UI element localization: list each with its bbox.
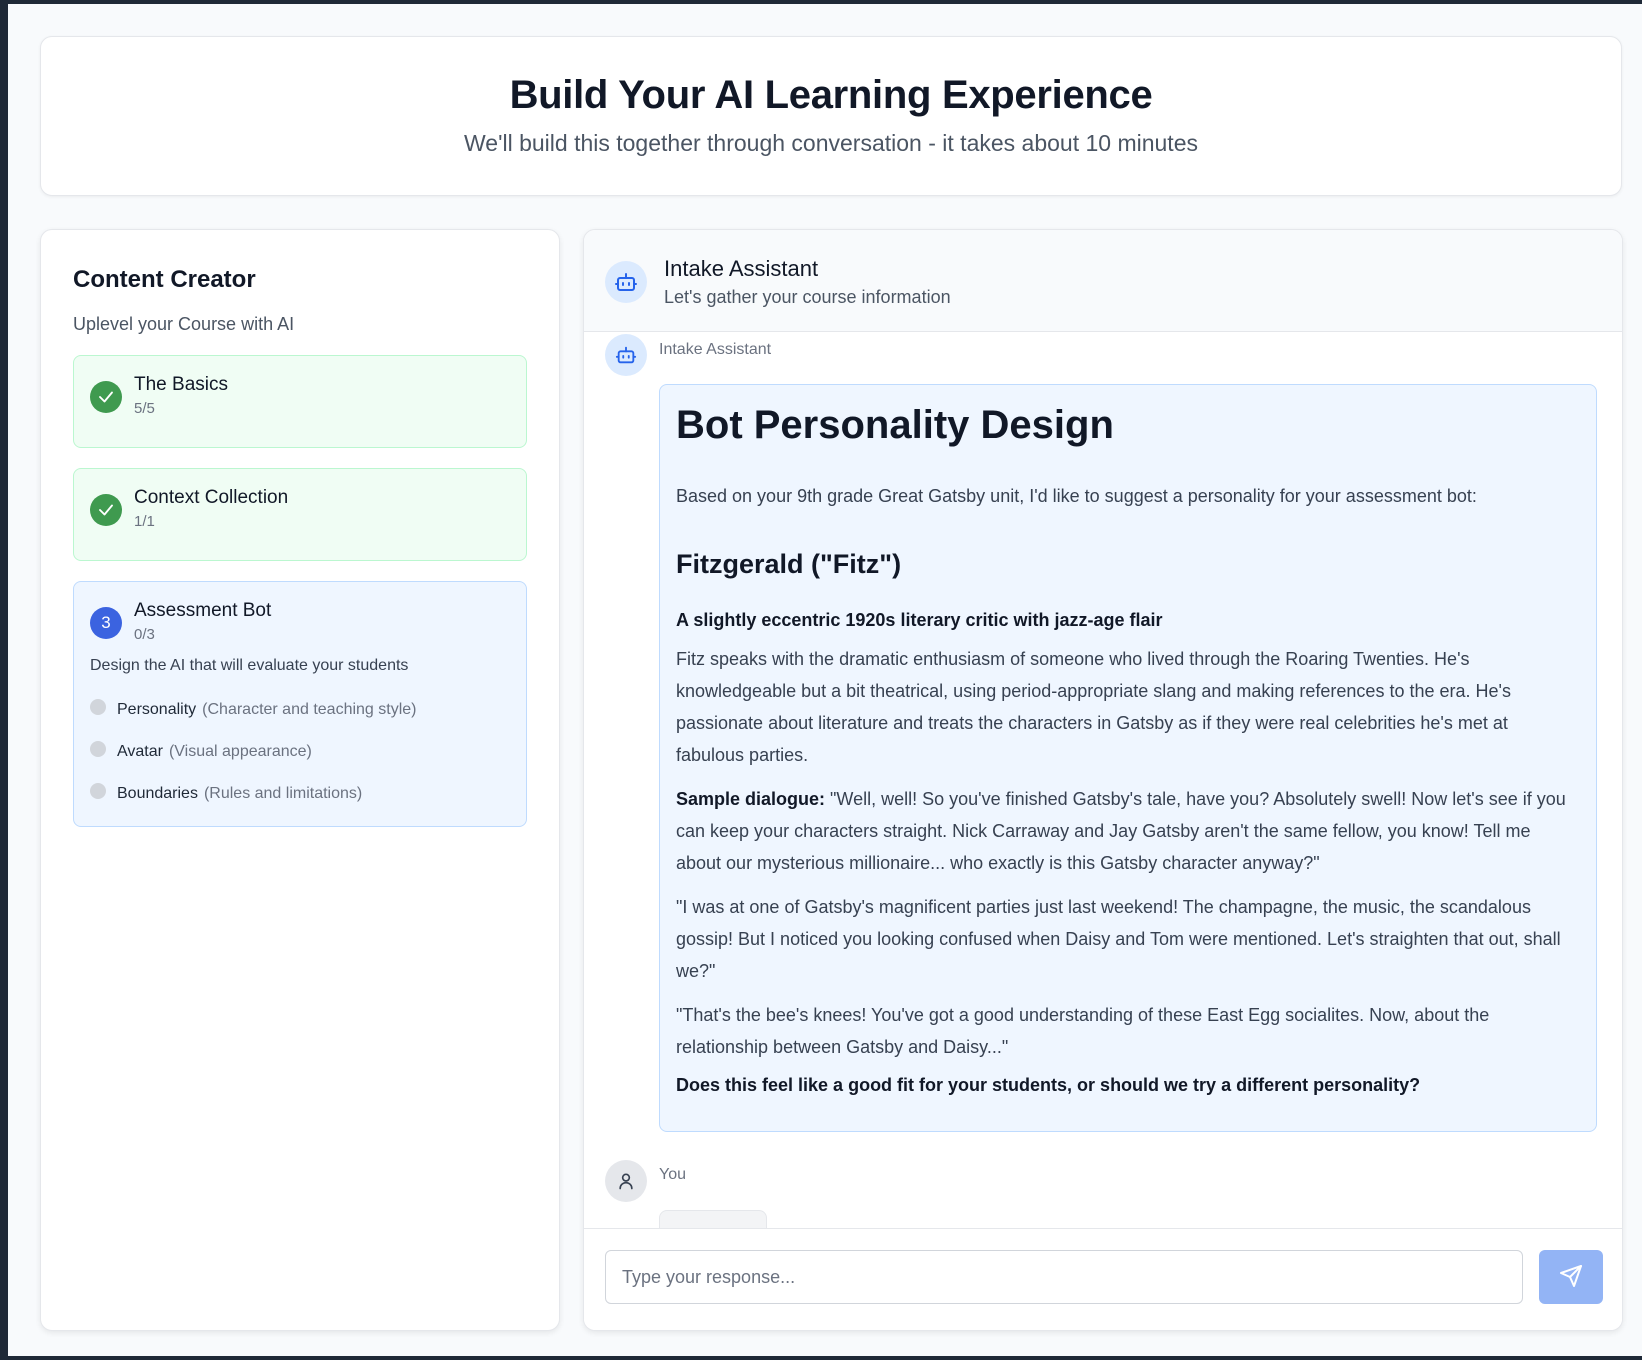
sample-dialogue-label: Sample dialogue:: [676, 789, 826, 809]
step-title: Assessment Bot: [134, 600, 272, 621]
sample-dialogue-2: "I was at one of Gatsby's magnificent pa…: [676, 897, 1561, 981]
step-count: 5/5: [134, 400, 155, 417]
message-sender: You: [659, 1166, 686, 1183]
substep-hint: (Rules and limitations): [203, 785, 363, 802]
personality-name: Fitzgerald ("Fitz"): [676, 549, 902, 579]
step-title: The Basics: [134, 374, 228, 395]
substep-label: Boundaries: [117, 785, 198, 802]
step-the-basics[interactable]: The Basics 5/5: [73, 355, 527, 448]
send-icon: [1559, 1264, 1583, 1291]
substep-hint: (Visual appearance): [168, 743, 312, 760]
user-message-bubble: [659, 1210, 767, 1228]
step-context-collection[interactable]: Context Collection 1/1: [73, 468, 527, 561]
chat-panel: Intake Assistant Let's gather your cours…: [583, 229, 1623, 1331]
message-sender: Intake Assistant: [659, 341, 772, 358]
bot-message: Bot Personality Design Based on your 9th…: [659, 384, 1597, 1132]
personality-description: Fitz speaks with the dramatic enthusiasm…: [676, 649, 1511, 765]
send-button[interactable]: [1539, 1250, 1603, 1304]
pending-dot-icon: [90, 783, 106, 799]
sample-dialogue-3: "That's the bee's knees! You've got a go…: [676, 1005, 1490, 1057]
message-heading: Bot Personality Design: [676, 403, 1114, 447]
pending-dot-icon: [90, 699, 106, 715]
personality-tagline: A slightly eccentric 1920s literary crit…: [676, 610, 1163, 630]
check-icon: [90, 494, 122, 526]
page-title: Build Your AI Learning Experience: [509, 73, 1153, 117]
substep-boundaries[interactable]: Boundaries (Rules and limitations): [90, 773, 510, 815]
substep-hint: (Character and teaching style): [202, 701, 417, 718]
step-number-badge: 3: [90, 607, 122, 639]
chat-header: Intake Assistant Let's gather your cours…: [584, 230, 1622, 332]
substep-list: Personality (Character and teaching styl…: [90, 689, 510, 815]
assistant-name: Intake Assistant: [664, 256, 819, 281]
message-question: Does this feel like a good fit for your …: [676, 1075, 1421, 1095]
sidebar-subtitle: Uplevel your Course with AI: [73, 314, 295, 334]
substep-label: Personality: [117, 701, 197, 718]
pending-dot-icon: [90, 741, 106, 757]
composer: [584, 1228, 1622, 1330]
app-window: Build Your AI Learning Experience We'll …: [8, 4, 1642, 1356]
step-description: Design the AI that will evaluate your st…: [90, 657, 409, 674]
step-assessment-bot[interactable]: 3 Assessment Bot 0/3 Design the AI that …: [73, 581, 527, 827]
response-input[interactable]: [605, 1250, 1523, 1304]
assistant-description: Let's gather your course information: [664, 287, 951, 307]
check-icon: [90, 381, 122, 413]
robot-icon: [605, 261, 647, 303]
message-intro: Based on your 9th grade Great Gatsby uni…: [676, 486, 1477, 506]
step-count: 1/1: [134, 513, 155, 530]
step-count: 0/3: [134, 626, 155, 643]
substep-label: Avatar: [117, 743, 163, 760]
message-list[interactable]: Intake Assistant Bot Personality Design …: [584, 332, 1622, 1228]
substep-avatar[interactable]: Avatar (Visual appearance): [90, 731, 510, 773]
progress-sidebar: Content Creator Uplevel your Course with…: [40, 229, 560, 1331]
substep-personality[interactable]: Personality (Character and teaching styl…: [90, 689, 510, 731]
page-header: Build Your AI Learning Experience We'll …: [40, 36, 1622, 196]
page-subtitle: We'll build this together through conver…: [464, 130, 1198, 156]
sample-dialogue: Sample dialogue: "Well, well! So you've …: [676, 783, 1580, 879]
sidebar-title: Content Creator: [73, 266, 256, 293]
robot-icon: [605, 334, 647, 376]
step-title: Context Collection: [134, 487, 289, 508]
user-icon: [605, 1160, 647, 1202]
